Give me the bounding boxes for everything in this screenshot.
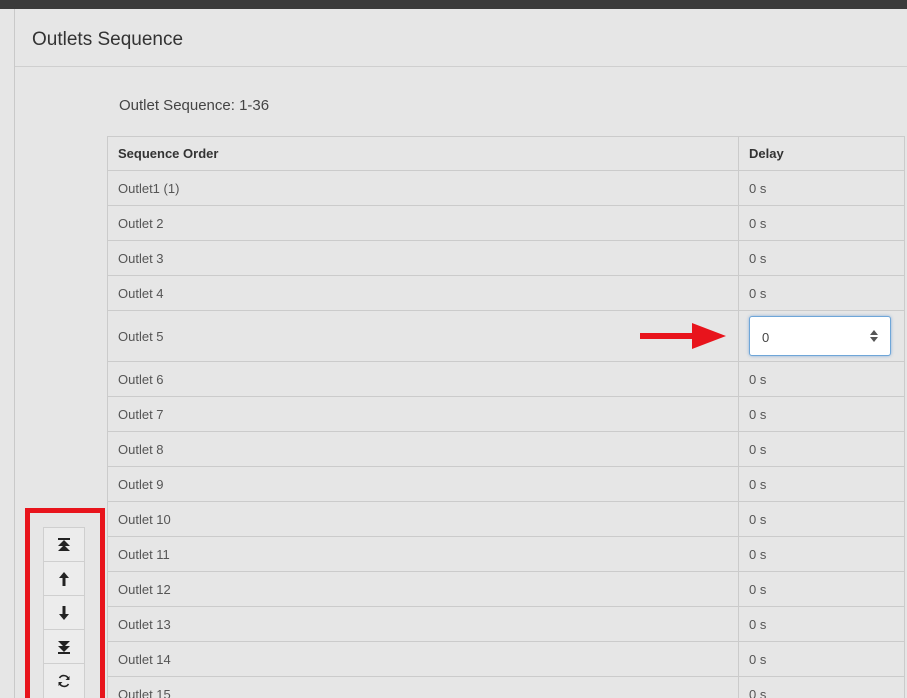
sequence-range-label: Outlet Sequence: 1-36 <box>119 97 270 114</box>
delay-cell: 0 s <box>738 431 905 467</box>
sequence-table: Sequence Order Delay Outlet1 (1) 0 s Out… <box>106 136 905 698</box>
table-row[interactable]: Outlet 13 0 s <box>106 606 905 642</box>
outlet-cell: Outlet 3 <box>106 240 740 276</box>
delay-cell: 0 s <box>738 396 905 432</box>
delay-cell: 0 s <box>738 676 905 698</box>
table-row[interactable]: Outlet1 (1) 0 s <box>106 170 905 206</box>
table-row[interactable]: Outlet 2 0 s <box>106 205 905 241</box>
delay-cell: 0 s <box>738 606 905 642</box>
table-row-editing[interactable]: Outlet 5 <box>106 310 905 362</box>
table-row[interactable]: Outlet 9 0 s <box>106 466 905 502</box>
outlet-cell: Outlet 6 <box>106 361 740 397</box>
table-row[interactable]: Outlet 6 0 s <box>106 361 905 397</box>
table-row[interactable]: Outlet 15 0 s <box>106 676 905 698</box>
refresh-icon <box>58 674 70 688</box>
outlet-cell: Outlet1 (1) <box>106 170 740 206</box>
outlets-sequence-panel: Outlets Sequence Outlet Sequence: 1-36 S… <box>14 9 907 698</box>
table-row[interactable]: Outlet 8 0 s <box>106 431 905 467</box>
spinner-updown-icon[interactable] <box>870 330 879 342</box>
delay-input[interactable] <box>750 317 875 357</box>
delay-cell: 0 s <box>738 501 905 537</box>
outlet-cell: Outlet 8 <box>106 431 740 467</box>
reorder-toolbar <box>43 527 85 698</box>
table-row[interactable]: Outlet 4 0 s <box>106 275 905 311</box>
delay-cell: 0 s <box>738 536 905 572</box>
column-header-delay: Delay <box>738 136 905 171</box>
panel-header: Outlets Sequence <box>15 9 907 67</box>
arrow-down-icon <box>59 605 69 620</box>
move-to-bottom-button[interactable] <box>44 630 84 664</box>
outlet-cell: Outlet 10 <box>106 501 740 537</box>
delay-cell: 0 s <box>738 571 905 607</box>
table-row[interactable]: Outlet 14 0 s <box>106 641 905 677</box>
table-row[interactable]: Outlet 3 0 s <box>106 240 905 276</box>
table-header-row: Sequence Order Delay <box>106 136 905 171</box>
move-up-button[interactable] <box>44 562 84 596</box>
table-row[interactable]: Outlet 10 0 s <box>106 501 905 537</box>
panel-title: Outlets Sequence <box>32 29 184 50</box>
delay-number-field[interactable] <box>749 316 892 357</box>
outlet-cell: Outlet 7 <box>106 396 740 432</box>
delay-cell: 0 s <box>738 205 905 241</box>
table-row[interactable]: Outlet 11 0 s <box>106 536 905 572</box>
outlet-cell: Outlet 2 <box>106 205 740 241</box>
move-to-top-button[interactable] <box>44 528 84 562</box>
move-to-bottom-icon <box>58 640 70 654</box>
delay-cell: 0 s <box>738 641 905 677</box>
move-to-top-icon <box>58 537 70 551</box>
outlet-cell: Outlet 11 <box>106 536 740 572</box>
outlet-cell: Outlet 14 <box>106 641 740 677</box>
delay-cell: 0 s <box>738 466 905 502</box>
delay-cell: 0 s <box>738 240 905 276</box>
arrow-up-icon <box>59 571 69 586</box>
outlet-cell: Outlet 13 <box>106 606 740 642</box>
reset-button[interactable] <box>44 664 84 698</box>
delay-cell: 0 s <box>738 170 905 206</box>
delay-edit-cell <box>738 310 905 362</box>
outlet-cell: Outlet 9 <box>106 466 740 502</box>
move-down-button[interactable] <box>44 596 84 630</box>
outlets-sequence-window: Outlets Sequence Outlet Sequence: 1-36 S… <box>0 0 907 698</box>
window-top-edge <box>0 0 907 9</box>
table-row[interactable]: Outlet 7 0 s <box>106 396 905 432</box>
red-arrow-icon <box>640 323 726 349</box>
outlet-cell: Outlet 15 <box>106 676 740 698</box>
outlet-cell: Outlet 12 <box>106 571 740 607</box>
delay-cell: 0 s <box>738 275 905 311</box>
table-row[interactable]: Outlet 12 0 s <box>106 571 905 607</box>
outlet-cell: Outlet 4 <box>106 275 740 311</box>
delay-cell: 0 s <box>738 361 905 397</box>
column-header-sequence-order: Sequence Order <box>106 136 740 171</box>
